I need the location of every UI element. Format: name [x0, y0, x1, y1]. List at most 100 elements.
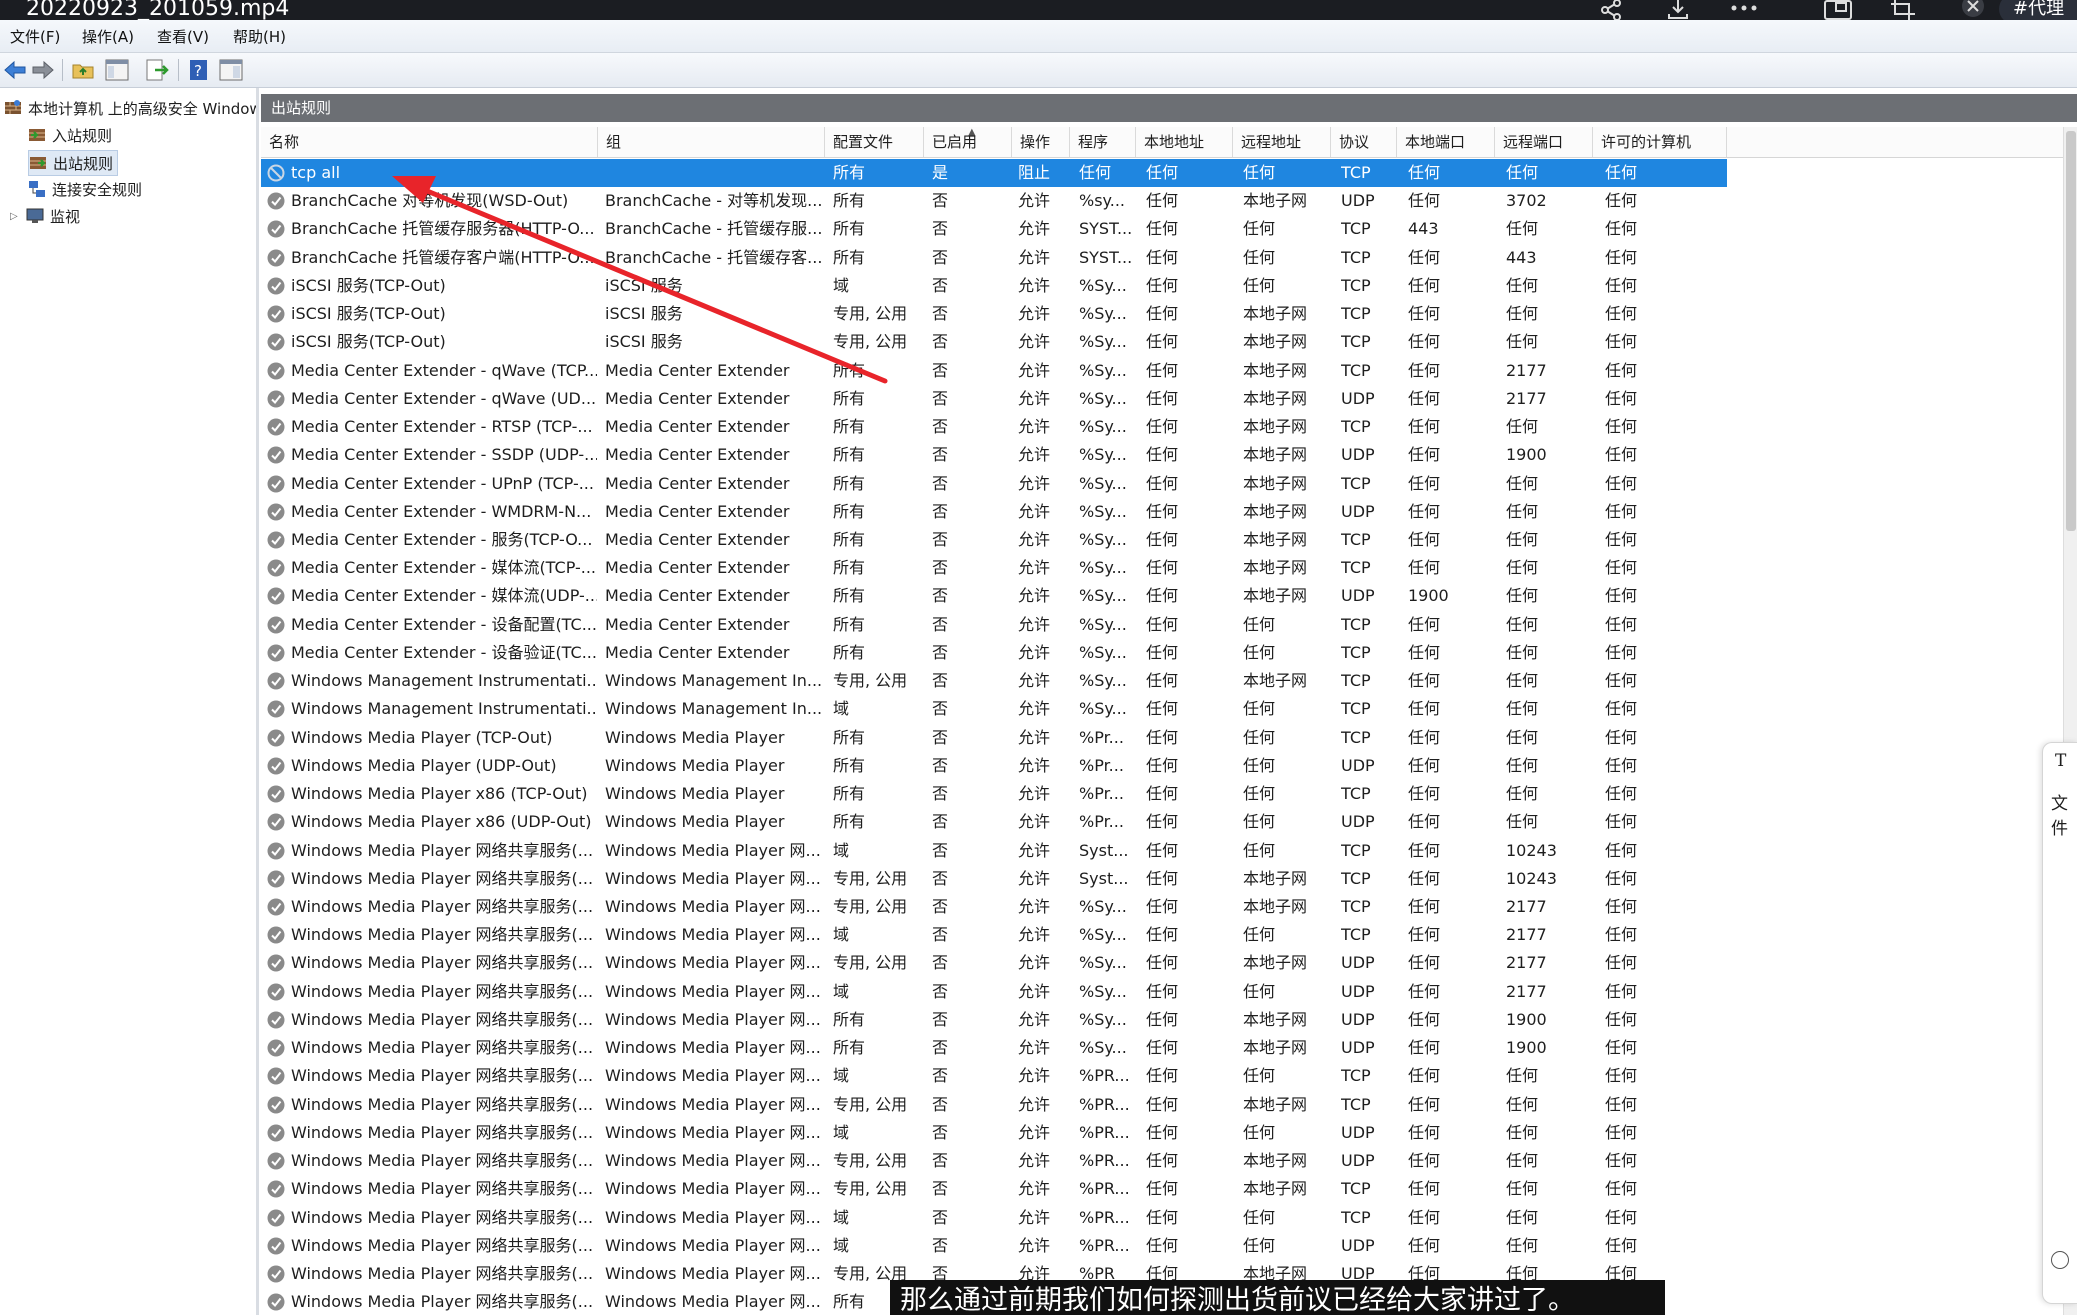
- table-row[interactable]: Media Center Extender - 媒体流(UDP-... Media…: [261, 582, 1727, 610]
- table-row[interactable]: Windows Media Player 网络共享服务(... Windows M…: [261, 1006, 1727, 1034]
- cell-authorized-computers: 任何: [1605, 360, 1638, 380]
- up-folder-icon[interactable]: [70, 57, 96, 83]
- column-header-enabled[interactable]: 已启用: [924, 127, 1012, 157]
- table-row[interactable]: Media Center Extender - 媒体流(TCP-... Media…: [261, 554, 1727, 582]
- column-header-protocol[interactable]: 协议: [1331, 127, 1397, 157]
- export-list-icon[interactable]: [144, 57, 170, 83]
- text-tool-icon[interactable]: T: [2055, 751, 2066, 771]
- table-row[interactable]: Media Center Extender - SSDP (UDP-... Med…: [261, 441, 1727, 469]
- cell-program: SYST...: [1079, 247, 1133, 267]
- table-row[interactable]: Windows Media Player 网络共享服务(... Windows M…: [261, 1062, 1727, 1090]
- side-floating-widget[interactable]: T 文件: [2042, 742, 2077, 1304]
- table-row[interactable]: Media Center Extender - qWave (TCP... Med…: [261, 357, 1727, 385]
- cell-local-port: 任何: [1408, 614, 1441, 634]
- table-row[interactable]: Windows Media Player 网络共享服务(... Windows M…: [261, 865, 1727, 893]
- column-header-remote-port[interactable]: 远程端口: [1495, 127, 1593, 157]
- cell-group: Windows Media Player 网...: [605, 896, 821, 916]
- table-row[interactable]: Media Center Extender - 设备验证(TC... Media …: [261, 639, 1727, 667]
- table-row[interactable]: Windows Media Player 网络共享服务(... Windows M…: [261, 1147, 1727, 1175]
- menu-view[interactable]: 查看(V): [157, 26, 209, 47]
- table-row[interactable]: BranchCache 对等机发现(WSD-Out) BranchCache - …: [261, 187, 1727, 215]
- table-row[interactable]: tcp all 所有 是 阻止 任何 任何 任何 TCP 任何 任何 任何: [261, 159, 1727, 187]
- menu-help[interactable]: 帮助(H): [233, 26, 286, 47]
- table-row[interactable]: Windows Media Player 网络共享服务(... Windows M…: [261, 893, 1727, 921]
- table-row[interactable]: Windows Media Player 网络共享服务(... Windows M…: [261, 837, 1727, 865]
- cell-action: 允许: [1018, 1009, 1051, 1029]
- scrollbar-thumb[interactable]: [2066, 131, 2076, 531]
- column-header-profile[interactable]: 配置文件: [825, 127, 924, 157]
- table-row[interactable]: Media Center Extender - qWave (UD... Medi…: [261, 385, 1727, 413]
- cell-local-address: 任何: [1146, 868, 1179, 888]
- table-row[interactable]: Windows Media Player 网络共享服务(... Windows M…: [261, 1034, 1727, 1062]
- table-row[interactable]: Media Center Extender - WMDRM-N... Media …: [261, 498, 1727, 526]
- tree-root[interactable]: 本地计算机 上的高级安全 Windows 防火墙: [4, 96, 256, 120]
- tree-item-outbound[interactable]: 出站规则: [28, 150, 119, 176]
- menu-file[interactable]: 文件(F): [10, 26, 60, 47]
- column-header-local-address[interactable]: 本地地址: [1136, 127, 1233, 157]
- picture-in-picture-icon[interactable]: [1822, 0, 1854, 20]
- share-icon[interactable]: [1598, 0, 1624, 20]
- cell-protocol: TCP: [1341, 671, 1371, 691]
- expand-arrow-icon[interactable]: ▷: [10, 211, 26, 222]
- table-row[interactable]: Windows Media Player x86 (TCP-Out) Window…: [261, 780, 1727, 808]
- table-row[interactable]: Windows Media Player 网络共享服务(... Windows M…: [261, 1204, 1727, 1232]
- cell-profile: 专用, 公用: [833, 304, 908, 324]
- download-icon[interactable]: [1665, 0, 1691, 20]
- table-row[interactable]: Media Center Extender - 服务(TCP-O... Media…: [261, 526, 1727, 554]
- table-row[interactable]: Windows Media Player 网络共享服务(... Windows M…: [261, 1119, 1727, 1147]
- table-row[interactable]: Windows Management Instrumentati... Windo…: [261, 667, 1727, 695]
- more-icon[interactable]: [1730, 0, 1758, 20]
- table-row[interactable]: Media Center Extender - 设备配置(TC... Media …: [261, 611, 1727, 639]
- table-row[interactable]: BranchCache 托管缓存客户端(HTTP-O... BranchCache…: [261, 244, 1727, 272]
- table-row[interactable]: Media Center Extender - RTSP (TCP-... Med…: [261, 413, 1727, 441]
- cell-profile: 所有: [833, 642, 866, 662]
- show-action-pane-icon[interactable]: [218, 57, 244, 83]
- column-header-group[interactable]: 组: [598, 127, 825, 157]
- cell-enabled: 否: [932, 417, 949, 437]
- cell-action: 允许: [1018, 671, 1051, 691]
- tree-item-monitoring[interactable]: ▷ 监视: [10, 204, 80, 228]
- circle-icon[interactable]: [2051, 1251, 2069, 1269]
- column-header-action[interactable]: 操作: [1012, 127, 1070, 157]
- cell-profile: 域: [833, 1066, 850, 1086]
- table-row[interactable]: Media Center Extender - UPnP (TCP-... Med…: [261, 470, 1727, 498]
- tag-badge[interactable]: #代理: [1999, 0, 2077, 20]
- table-row[interactable]: Windows Media Player 网络共享服务(... Windows M…: [261, 921, 1727, 949]
- tree-item-inbound[interactable]: 入站规则: [28, 123, 112, 147]
- column-header-local-port[interactable]: 本地端口: [1397, 127, 1495, 157]
- menu-action[interactable]: 操作(A): [82, 26, 134, 47]
- column-header-name[interactable]: 名称: [261, 127, 598, 157]
- table-row[interactable]: Windows Media Player 网络共享服务(... Windows M…: [261, 1232, 1727, 1260]
- help-icon[interactable]: ?: [186, 57, 212, 83]
- table-row[interactable]: iSCSI 服务(TCP-Out) iSCSI 服务 域 否 允许 %Sy... 任何 任何 T…: [261, 272, 1727, 300]
- cell-program: %PR...: [1079, 1235, 1130, 1255]
- cell-local-port: 任何: [1408, 812, 1441, 832]
- column-header-authorized-computers[interactable]: 许可的计算机: [1593, 127, 1727, 157]
- table-row[interactable]: Windows Media Player 网络共享服务(... Windows M…: [261, 978, 1727, 1006]
- column-header-remote-address[interactable]: 远程地址: [1233, 127, 1331, 157]
- cell-remote-port: 2177: [1506, 981, 1547, 1001]
- cell-enabled: 否: [932, 868, 949, 888]
- table-row[interactable]: Windows Media Player x86 (UDP-Out) Window…: [261, 808, 1727, 836]
- table-row[interactable]: BranchCache 托管缓存服务器(HTTP-O... BranchCache…: [261, 215, 1727, 243]
- table-row[interactable]: Windows Management Instrumentati... Windo…: [261, 695, 1727, 723]
- back-arrow-icon[interactable]: [2, 57, 28, 83]
- cell-remote-port: 1900: [1506, 1009, 1547, 1029]
- column-header-program[interactable]: 程序: [1070, 127, 1136, 157]
- table-row[interactable]: Windows Media Player 网络共享服务(... Windows M…: [261, 949, 1727, 977]
- table-row[interactable]: Windows Media Player 网络共享服务(... Windows M…: [261, 1175, 1727, 1203]
- tree-item-connection-security[interactable]: 连接安全规则: [28, 177, 142, 201]
- allow-check-icon: [267, 842, 285, 860]
- forward-arrow-icon[interactable]: [30, 57, 56, 83]
- show-hide-console-tree-icon[interactable]: [104, 57, 130, 83]
- side-widget-label: 文件: [2051, 794, 2068, 839]
- table-row[interactable]: iSCSI 服务(TCP-Out) iSCSI 服务 专用, 公用 否 允许 %Sy...…: [261, 328, 1727, 356]
- close-icon[interactable]: [1958, 0, 1988, 20]
- table-row[interactable]: Windows Media Player (UDP-Out) Windows Me…: [261, 752, 1727, 780]
- table-row[interactable]: Windows Media Player (TCP-Out) Windows Me…: [261, 724, 1727, 752]
- table-row[interactable]: Windows Media Player 网络共享服务(... Windows M…: [261, 1091, 1727, 1119]
- cell-enabled: 否: [932, 275, 949, 295]
- table-row[interactable]: iSCSI 服务(TCP-Out) iSCSI 服务 专用, 公用 否 允许 %Sy...…: [261, 300, 1727, 328]
- cell-remote-port: 任何: [1506, 473, 1539, 493]
- crop-icon[interactable]: [1888, 0, 1918, 20]
